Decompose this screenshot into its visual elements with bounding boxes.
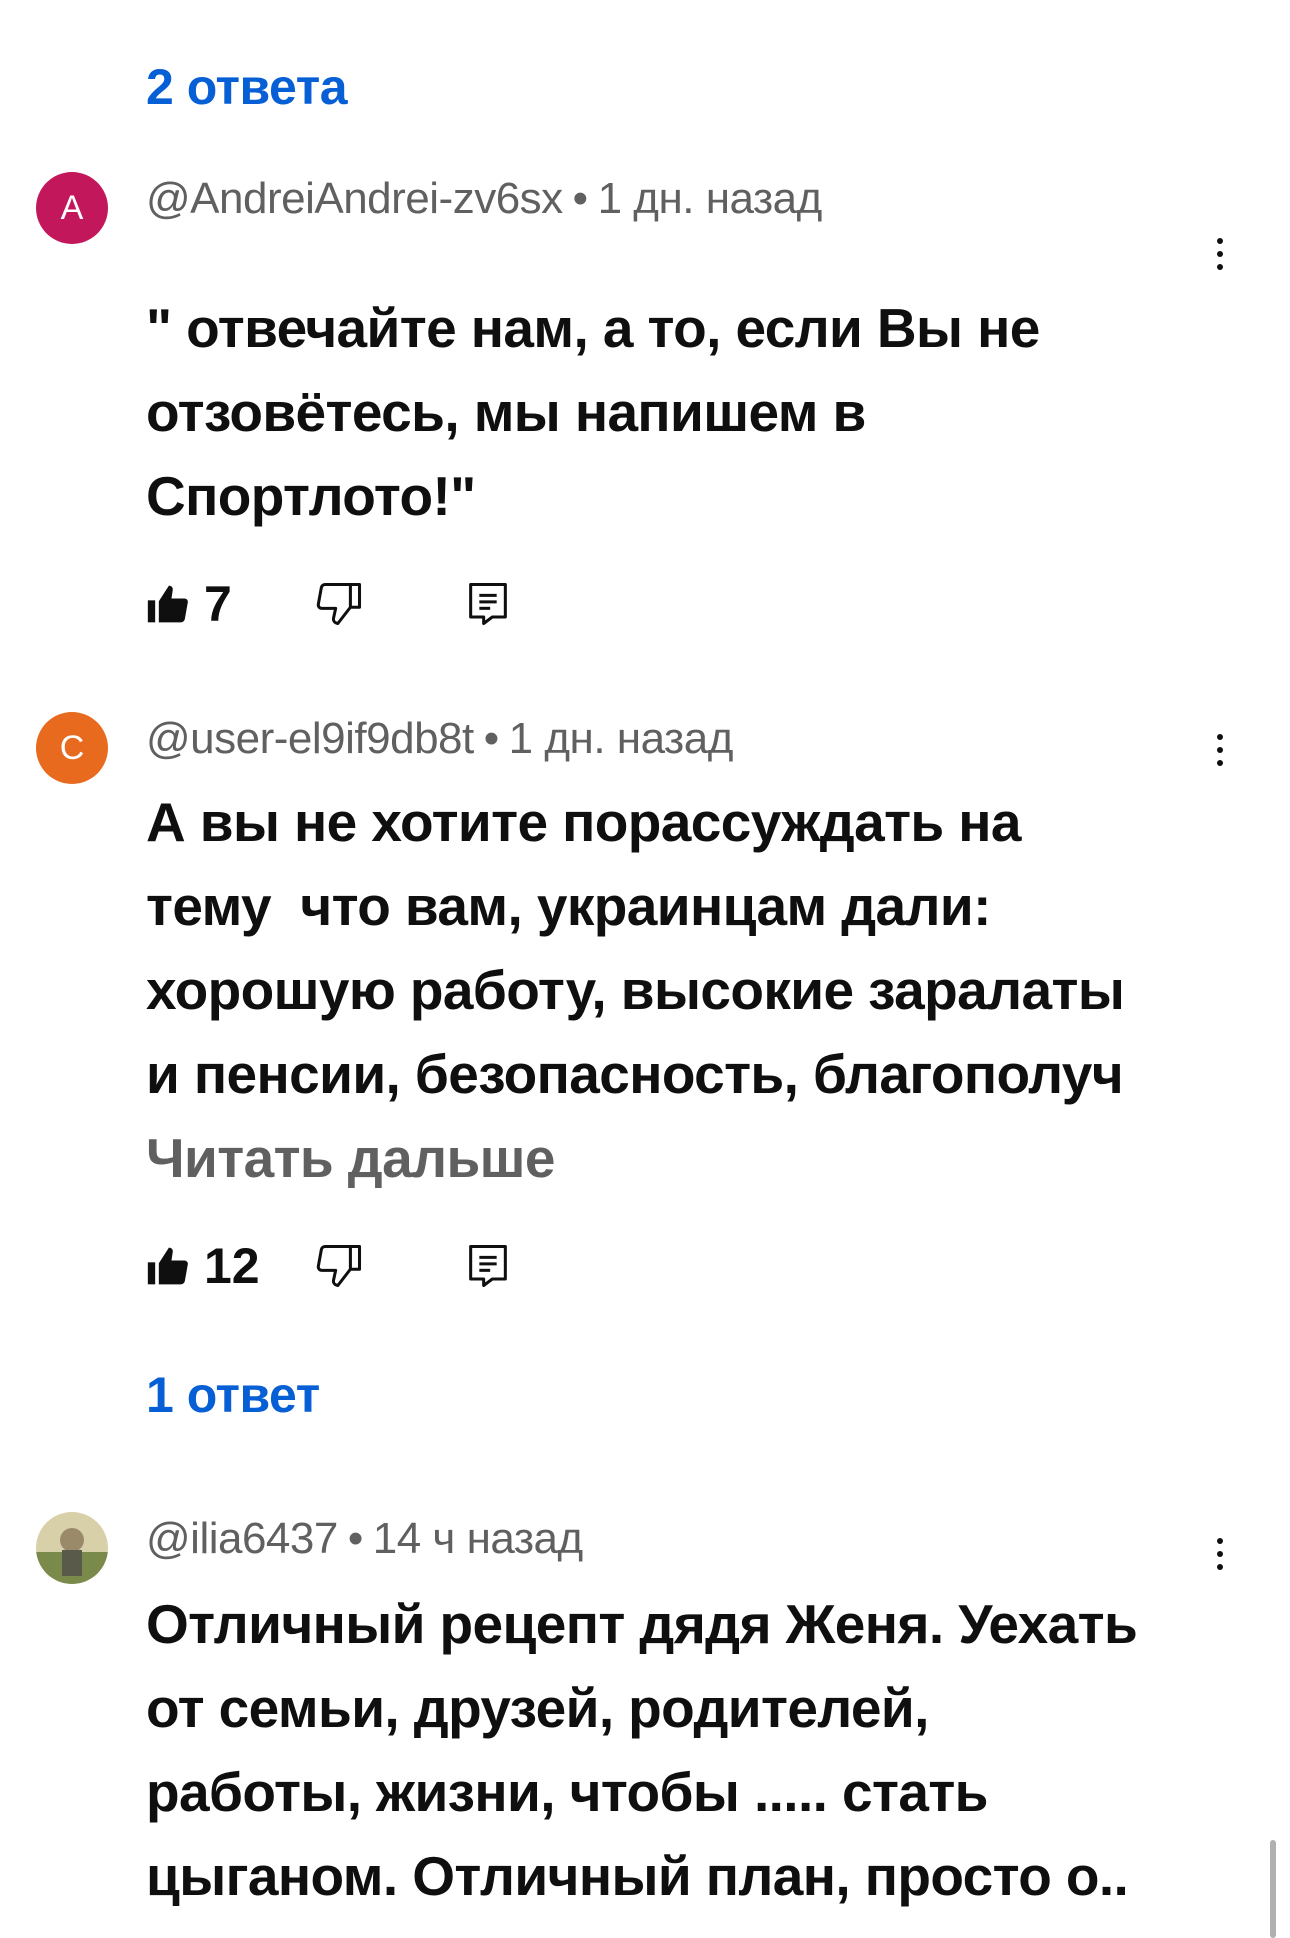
comment-meta: @ilia6437 • 14 ч назад	[146, 1514, 583, 1564]
avatar[interactable]: C	[36, 712, 108, 784]
scrollbar[interactable]	[1270, 1840, 1276, 1938]
replies-toggle-link[interactable]: 2 ответа	[146, 58, 348, 116]
avatar[interactable]: A	[36, 172, 108, 244]
reply-icon[interactable]	[462, 1240, 514, 1292]
meta-separator: •	[483, 714, 499, 763]
comment-text: А вы не хотите порассуждать на тему что …	[146, 791, 1125, 1105]
thumbs-down-icon[interactable]	[314, 578, 366, 630]
comment-text: " отвечайте нам, а то, если Вы не отзовё…	[146, 297, 1040, 527]
more-vert-icon[interactable]	[1200, 722, 1240, 778]
comment-meta: @AndreiAndrei-zv6sx • 1 дн. назад	[146, 174, 822, 224]
avatar[interactable]	[36, 1512, 108, 1584]
comment-text: Отличный рецепт дядя Женя. Уехать от сем…	[146, 1593, 1138, 1907]
author-name[interactable]: @ilia6437	[146, 1514, 338, 1563]
comment-actions: 7	[146, 574, 646, 634]
meta-separator: •	[347, 1514, 363, 1563]
comment-actions: 12	[146, 1236, 646, 1296]
read-more-link[interactable]: Читать дальше	[146, 1126, 555, 1190]
like-button[interactable]: 7	[146, 574, 232, 634]
thumbs-down-icon[interactable]	[314, 1240, 366, 1292]
like-button[interactable]: 12	[146, 1236, 260, 1296]
replies-toggle-link[interactable]: 1 ответ	[146, 1366, 320, 1424]
meta-separator: •	[572, 174, 588, 223]
like-count: 12	[204, 1238, 260, 1294]
thumbs-up-icon	[147, 1247, 188, 1285]
author-name[interactable]: @user-el9if9db8t	[146, 714, 474, 763]
comment-time: 1 дн. назад	[597, 174, 823, 223]
comment-meta: @user-el9if9db8t • 1 дн. назад	[146, 714, 733, 764]
reply-icon[interactable]	[462, 578, 514, 630]
more-vert-icon[interactable]	[1200, 226, 1240, 282]
more-vert-icon[interactable]	[1200, 1526, 1240, 1582]
avatar-photo	[36, 1512, 108, 1584]
comment-time: 1 дн. назад	[508, 714, 734, 763]
author-name[interactable]: @AndreiAndrei-zv6sx	[146, 174, 563, 223]
like-count: 7	[204, 576, 232, 632]
thumbs-up-icon	[147, 585, 188, 623]
comment-time: 14 ч назад	[372, 1514, 583, 1563]
